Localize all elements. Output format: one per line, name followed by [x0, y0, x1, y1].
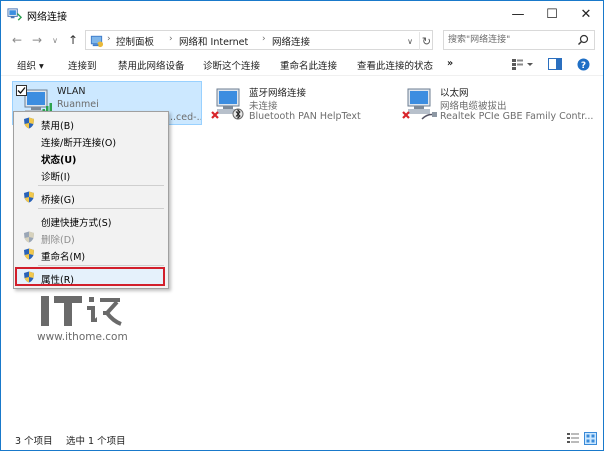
status-bar: 3 个项目 选中 1 个项目 [1, 428, 603, 450]
selection-count: 选中 1 个项目 [66, 436, 126, 447]
title-bar[interactable]: 网络连接 — ☐ ✕ [1, 1, 603, 28]
ithome-logo [41, 296, 122, 326]
preview-pane-icon [548, 58, 562, 70]
item-count: 3 个项目 [15, 436, 53, 447]
minimize-button[interactable]: — [501, 1, 535, 28]
watermark-url: www.ithome.com [37, 331, 128, 343]
menu-item-label: 重命名(M) [41, 252, 86, 263]
control-panel-icon [90, 35, 104, 48]
connection-status: 未连接 [249, 101, 278, 112]
menu-item-label: 状态(U) [41, 155, 77, 166]
explorer-window: 网络连接 — ☐ ✕ ← → ∨ ↑ › 控制面板 › 网络和 Internet… [0, 0, 604, 451]
menu-item-label: 连接/断开连接(O) [41, 138, 117, 149]
connection-name: 蓝牙网络连接 [249, 88, 307, 99]
menu-item-label: 属性(R) [41, 275, 75, 286]
details-view-icon[interactable] [567, 433, 579, 444]
bluetooth-adapter-icon [211, 88, 244, 120]
menu-item-label: 创建快捷方式(S) [41, 218, 112, 229]
menu-item-create-shortcut[interactable]: 创建快捷方式(S) [16, 212, 166, 229]
menu-separator [38, 185, 164, 186]
menu-item-connect-disconnect[interactable]: 连接/断开连接(O) [16, 132, 166, 149]
window-title: 网络连接 [27, 12, 67, 23]
connection-name: WLAN [57, 86, 86, 97]
forward-button[interactable]: → [29, 31, 45, 49]
close-button[interactable]: ✕ [569, 1, 603, 28]
menu-item-disable[interactable]: 禁用(B) [16, 115, 166, 132]
menu-item-label: 删除(D) [41, 235, 75, 246]
view-status-button[interactable]: 查看此连接的状态 [357, 58, 433, 72]
menu-item-label: 桥接(G) [41, 195, 75, 206]
uac-shield-icon [24, 191, 34, 203]
search-box[interactable] [443, 30, 595, 50]
connection-status: 网络电缆被拔出 [440, 101, 507, 112]
uac-shield-icon [24, 248, 34, 260]
connect-to-button[interactable]: 连接到 [68, 58, 97, 72]
connection-device: ...ced-... [167, 112, 201, 123]
organize-menu[interactable]: 组织 ▾ [17, 58, 44, 72]
up-button[interactable]: ↑ [65, 31, 81, 49]
breadcrumb-control-panel[interactable]: 控制面板 [116, 34, 154, 48]
ithome-watermark: www.ithome.com [37, 293, 147, 353]
selection-checkbox[interactable] [16, 85, 27, 96]
connection-device: Bluetooth PAN HelpText [249, 111, 361, 122]
rename-connection-button[interactable]: 重命名此连接 [280, 58, 337, 72]
connection-name: 以太网 [440, 88, 469, 99]
connection-item-bluetooth[interactable]: 蓝牙网络连接 未连接 Bluetooth PAN HelpText [205, 81, 395, 125]
menu-item-bridge[interactable]: 桥接(G) [16, 189, 166, 206]
address-bar[interactable]: › 控制面板 › 网络和 Internet › 网络连接 [85, 30, 433, 50]
menu-item-label: 禁用(B) [41, 121, 74, 132]
more-commands-button[interactable]: » [447, 58, 453, 69]
diagnose-connection-button[interactable]: 诊断这个连接 [203, 58, 260, 72]
uac-shield-icon [24, 231, 34, 243]
menu-item-delete: 删除(D) [16, 229, 166, 246]
breadcrumb-network-connections[interactable]: 网络连接 [272, 34, 310, 48]
change-view-button[interactable] [509, 56, 535, 72]
search-input[interactable] [448, 33, 572, 47]
menu-separator [38, 208, 164, 209]
connection-device: Realtek PCIe GBE Family Contr... [440, 111, 594, 122]
ethernet-adapter-icon [402, 88, 437, 120]
connection-status: Ruanmei [57, 99, 99, 110]
menu-item-label: 诊断(I) [41, 172, 71, 183]
network-connections-icon [7, 8, 22, 21]
breadcrumb-network-internet[interactable]: 网络和 Internet [179, 34, 248, 48]
help-button[interactable]: ? [575, 56, 591, 72]
breadcrumb-separator: › [107, 34, 111, 44]
menu-item-rename[interactable]: 重命名(M) [16, 246, 166, 263]
large-icons-view-icon[interactable] [584, 432, 597, 445]
refresh-button[interactable]: ↻ [419, 32, 433, 50]
menu-separator [38, 265, 164, 266]
view-options-icon [512, 59, 533, 70]
maximize-button[interactable]: ☐ [535, 1, 569, 28]
search-icon[interactable] [577, 34, 589, 46]
address-row: ← → ∨ ↑ › 控制面板 › 网络和 Internet › 网络连接 ∨ ↻ [1, 28, 603, 52]
breadcrumb-separator: › [169, 34, 173, 44]
uac-shield-icon [24, 117, 34, 129]
svg-text:?: ? [580, 61, 585, 71]
menu-item-diagnose[interactable]: 诊断(I) [16, 166, 166, 183]
address-dropdown-button[interactable]: ∨ [403, 32, 417, 50]
menu-item-properties[interactable]: 属性(R) [16, 269, 166, 286]
back-button[interactable]: ← [9, 31, 25, 49]
connection-item-ethernet[interactable]: 以太网 网络电缆被拔出 Realtek PCIe GBE Family Cont… [396, 81, 596, 125]
uac-shield-icon [24, 271, 34, 283]
preview-pane-button[interactable] [547, 56, 563, 72]
breadcrumb-separator: › [262, 34, 266, 44]
context-menu: 禁用(B) 连接/断开连接(O) 状态(U) 诊断(I) 桥接(G) 创建快捷方… [13, 111, 169, 289]
command-bar: 组织 ▾ 连接到 禁用此网络设备 诊断这个连接 重命名此连接 查看此连接的状态 … [1, 52, 603, 76]
menu-item-status[interactable]: 状态(U) [16, 149, 166, 166]
recent-locations-button[interactable]: ∨ [47, 31, 63, 49]
disable-device-button[interactable]: 禁用此网络设备 [118, 58, 185, 72]
help-icon: ? [577, 58, 589, 71]
